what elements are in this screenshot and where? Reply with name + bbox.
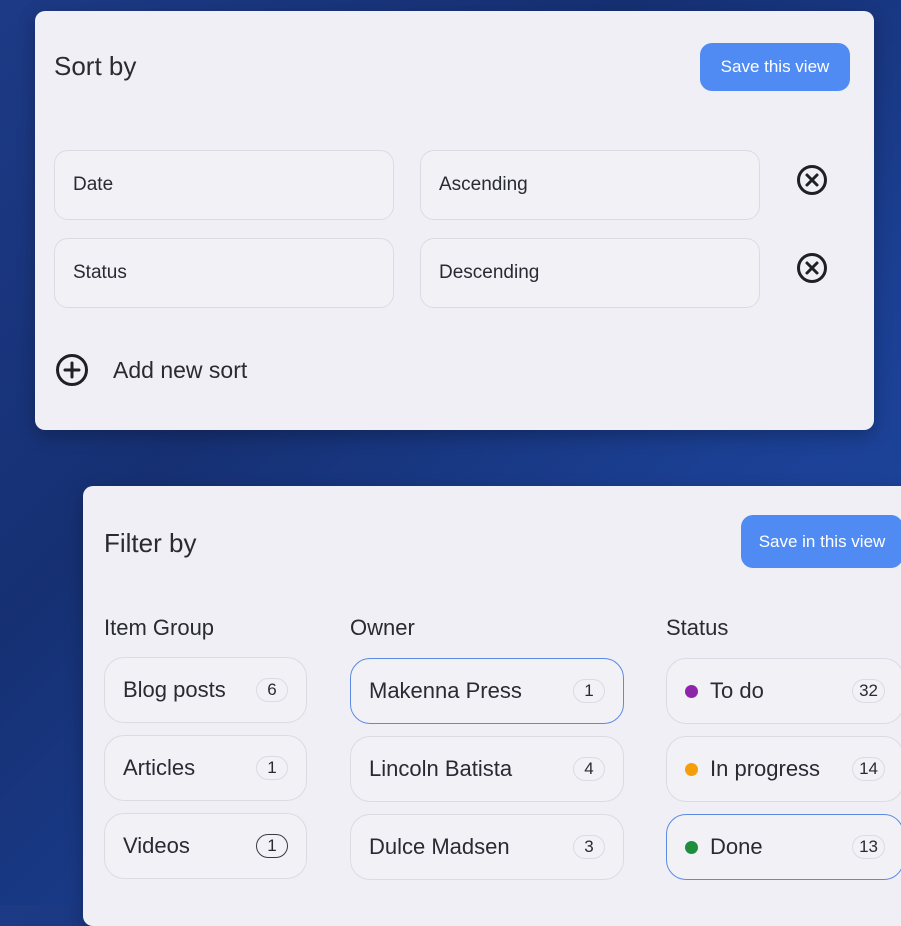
chip-label: In progress [710,756,821,781]
chip-count-badge: 3 [573,835,605,859]
green-status-dot-icon [685,840,698,854]
chip-label: To do [710,678,764,703]
sort-field-value: Status [73,262,127,283]
filter-chip-articles[interactable]: Articles 1 [104,735,307,801]
chip-label: Articles [123,755,196,780]
item-group-heading: Item Group [104,615,215,640]
add-sort-button[interactable]: Add new sort [55,353,247,387]
chip-count-badge: 1 [256,834,288,858]
chip-count-badge: 1 [573,679,605,703]
chip-label: Blog posts [123,677,226,702]
filter-chip-videos[interactable]: Videos 1 [104,813,307,879]
filter-chip-done[interactable]: Done 13 [666,814,901,880]
filter-chip-makenna-press[interactable]: Makenna Press 1 [350,658,624,724]
close-circle-icon [797,253,827,283]
chip-label: Done [710,834,763,859]
sort-field-select-1[interactable]: Date [54,150,394,220]
filter-chip-blog-posts[interactable]: Blog posts 6 [104,657,307,723]
remove-sort-2-button[interactable] [796,252,828,284]
purple-status-dot-icon [685,684,698,698]
sort-order-value: Ascending [439,174,528,195]
sort-order-value: Descending [439,262,540,283]
filter-chip-dulce-madsen[interactable]: Dulce Madsen 3 [350,814,624,880]
sort-order-select-1[interactable]: Ascending [420,150,760,220]
sort-panel: Sort by Save this view Date Ascending St… [35,11,874,430]
chip-count-badge: 6 [256,678,288,702]
status-heading: Status [666,615,729,640]
chip-count-badge: 13 [852,835,885,859]
chip-count-badge: 1 [256,756,288,780]
sort-title: Sort by [54,51,137,81]
chip-label: Makenna Press [369,678,522,703]
chip-label: Lincoln Batista [369,756,513,781]
save-view-button[interactable]: Save this view [700,43,850,91]
save-in-view-button[interactable]: Save in this view [741,515,901,568]
plus-circle-icon [56,354,88,386]
filter-chip-in-progress[interactable]: In progress 14 [666,736,901,802]
orange-status-dot-icon [685,762,698,776]
chip-label: Dulce Madsen [369,834,510,859]
filter-panel: Filter by Save in this view Item Group B… [83,486,901,926]
filter-chip-to-do[interactable]: To do 32 [666,658,901,724]
sort-field-value: Date [73,174,114,195]
remove-sort-1-button[interactable] [796,164,828,196]
chip-count-badge: 4 [573,757,605,781]
filter-title: Filter by [104,528,197,558]
owner-heading: Owner [350,615,415,640]
filter-chip-lincoln-batista[interactable]: Lincoln Batista 4 [350,736,624,802]
sort-order-select-2[interactable]: Descending [420,238,760,308]
sort-field-select-2[interactable]: Status [54,238,394,308]
add-sort-label: Add new sort [113,356,248,383]
chip-count-badge: 32 [852,679,885,703]
chip-label: Videos [123,833,190,858]
chip-count-badge: 14 [852,757,885,781]
close-circle-icon [797,165,827,195]
